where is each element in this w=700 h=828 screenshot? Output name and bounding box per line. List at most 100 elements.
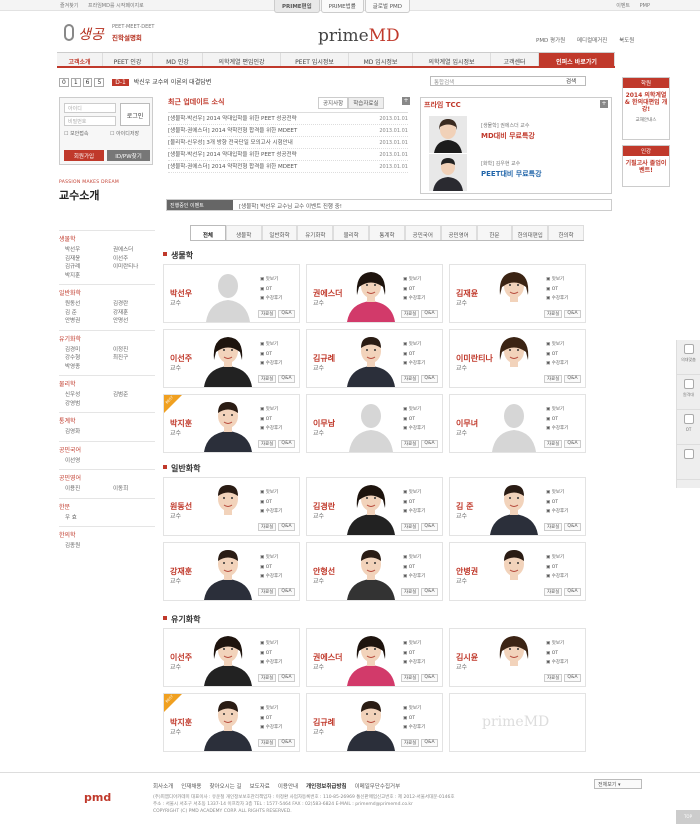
qna-button[interactable]: Q&A xyxy=(421,523,438,531)
preview-link[interactable]: ▣ 맛보기 xyxy=(260,340,282,350)
professor-card[interactable]: 김재윤 교수 ▣ 맛보기 ▣ OT ▣ 수강후기 자료실 Q&A xyxy=(449,264,586,323)
qna-button[interactable]: Q&A xyxy=(278,375,295,383)
preview-link[interactable]: ▣ 맛보기 xyxy=(403,405,425,415)
ot-link[interactable]: ▣ OT xyxy=(403,498,425,508)
header-link-magazine[interactable]: 메디컬매거진 xyxy=(577,38,607,44)
more-icon[interactable]: + xyxy=(600,100,608,108)
professor-card[interactable]: 김경란 교수 ▣ 맛보기 ▣ OT ▣ 수강후기 자료실 Q&A xyxy=(306,477,443,536)
sidebar-item[interactable]: 김영화 xyxy=(59,428,107,437)
tab-subject[interactable]: 전체 xyxy=(190,225,226,240)
ot-link[interactable]: ▣ OT xyxy=(546,415,568,425)
ot-link[interactable]: ▣ OT xyxy=(546,563,568,573)
preview-link[interactable]: ▣ 맛보기 xyxy=(546,488,568,498)
qna-button[interactable]: Q&A xyxy=(278,523,295,531)
qna-button[interactable]: Q&A xyxy=(421,674,438,682)
professor-card[interactable]: BEST 박지훈 교수 ▣ 맛보기 ▣ OT ▣ 수강후기 자료실 Q&A xyxy=(163,394,300,453)
sidebar-item[interactable]: 신우성 xyxy=(59,391,107,400)
sidebar-item[interactable]: 이선주 xyxy=(107,255,155,264)
preview-link[interactable]: ▣ 맛보기 xyxy=(260,553,282,563)
qna-button[interactable]: Q&A xyxy=(278,310,295,318)
preview-link[interactable]: ▣ 맛보기 xyxy=(403,488,425,498)
tab-prime-law[interactable]: PRIME법률 xyxy=(320,0,364,13)
ot-link[interactable]: ▣ OT xyxy=(260,498,282,508)
preview-link[interactable]: ▣ 맛보기 xyxy=(403,275,425,285)
list-item[interactable]: [생물학-박선우] 2014 약대입학을 위한 PEET 성공전략 2013.01… xyxy=(168,113,408,125)
review-link[interactable]: ▣ 수강후기 xyxy=(260,723,282,733)
sidebar-item[interactable]: 강영범 xyxy=(59,400,107,409)
list-item[interactable]: [생물학-박선우] 2014 약대입학을 위한 PEET 성공전략 2013.01… xyxy=(168,149,408,161)
primemd-logo[interactable]: primeMD xyxy=(318,26,400,46)
professor-card[interactable]: 안병권 교수 ▣ 맛보기 ▣ OT ▣ 수강후기 자료실 Q&A xyxy=(449,542,586,601)
review-link[interactable]: ▣ 수강후기 xyxy=(260,572,282,582)
professor-card[interactable]: 안형선 교수 ▣ 맛보기 ▣ OT ▣ 수강후기 자료실 Q&A xyxy=(306,542,443,601)
professor-photo[interactable] xyxy=(200,478,256,535)
login-button[interactable]: 로그인 xyxy=(120,103,150,126)
materials-button[interactable]: 자료실 xyxy=(258,375,277,383)
materials-button[interactable]: 자료실 xyxy=(544,674,563,682)
materials-button[interactable]: 자료실 xyxy=(544,440,563,448)
preview-link[interactable]: ▣ 맛보기 xyxy=(260,275,282,285)
tab-global-pmd[interactable]: 글로벌 PMD xyxy=(364,0,411,13)
ot-link[interactable]: ▣ OT xyxy=(260,649,282,659)
tab-subject[interactable]: 통계학 xyxy=(369,225,405,240)
ot-link[interactable]: ▣ OT xyxy=(546,498,568,508)
materials-button[interactable]: 자료실 xyxy=(544,588,563,596)
nav-item-infus[interactable]: 인퍼스 바로가기 xyxy=(539,53,615,66)
ot-link[interactable]: ▣ OT xyxy=(403,714,425,724)
sidebar-heading[interactable]: 유기화학 xyxy=(59,334,155,343)
professor-card[interactable]: 이선주 교수 ▣ 맛보기 ▣ OT ▣ 수강후기 자료실 Q&A xyxy=(163,628,300,687)
professor-photo[interactable] xyxy=(486,629,542,686)
materials-button[interactable]: 자료실 xyxy=(544,310,563,318)
ot-link[interactable]: ▣ OT xyxy=(260,285,282,295)
footer-link[interactable]: 인재채용 xyxy=(181,784,201,790)
nav-item-intro[interactable]: 고객소개 xyxy=(57,53,103,66)
professor-card[interactable]: BEST 박지훈 교수 ▣ 맛보기 ▣ OT ▣ 수강후기 자료실 Q&A xyxy=(163,693,300,752)
academy-banner[interactable]: 학원 2014 의학계열 & 한의대편입 개강! 교재안내스 xyxy=(622,77,670,140)
preview-link[interactable]: ▣ 맛보기 xyxy=(403,704,425,714)
sidebar-item[interactable]: 이동희 xyxy=(107,485,155,494)
professor-photo[interactable] xyxy=(200,543,256,600)
dday-text[interactable]: 박신우 교수의 이론의 대결답변 xyxy=(134,79,211,86)
professor-photo[interactable] xyxy=(200,629,256,686)
tab-subject[interactable]: 유기화학 xyxy=(297,225,334,240)
bookmark-link[interactable]: 즐겨찾기 xyxy=(60,3,78,9)
password-field[interactable]: 비밀번호 xyxy=(64,116,116,126)
tcc-item[interactable]: [화학] 김우현 교수 PEET대비 무료특강 xyxy=(425,154,609,191)
professor-card[interactable]: 김시윤 교수 ▣ 맛보기 ▣ OT ▣ 수강후기 자료실 Q&A xyxy=(449,628,586,687)
quick-item[interactable]: OT xyxy=(677,410,700,445)
review-link[interactable]: ▣ 수강후기 xyxy=(403,572,425,582)
ot-link[interactable]: ▣ OT xyxy=(546,649,568,659)
nav-item-customer[interactable]: 고객센터 xyxy=(491,53,539,66)
find-id-button[interactable]: ID/PW찾기 xyxy=(107,150,150,161)
header-link-book[interactable]: 북도원 xyxy=(619,38,634,44)
qna-button[interactable]: Q&A xyxy=(564,674,581,682)
professor-photo[interactable] xyxy=(343,330,399,387)
qna-button[interactable]: Q&A xyxy=(421,375,438,383)
professor-photo[interactable] xyxy=(486,330,542,387)
sidebar-heading[interactable]: 일반화학 xyxy=(59,288,155,297)
qna-button[interactable]: Q&A xyxy=(564,523,581,531)
review-link[interactable]: ▣ 수강후기 xyxy=(260,294,282,304)
qna-button[interactable]: Q&A xyxy=(564,375,581,383)
tab-subject[interactable]: 한의대편입 xyxy=(512,225,549,240)
sidebar-item[interactable]: 안병권 xyxy=(59,317,107,326)
professor-card[interactable]: 이무남 교수 ▣ 맛보기 ▣ OT ▣ 수강후기 자료실 Q&A xyxy=(306,394,443,453)
professor-photo[interactable] xyxy=(343,543,399,600)
review-link[interactable]: ▣ 수강후기 xyxy=(546,424,568,434)
sidebar-item[interactable]: 이용진 xyxy=(59,485,107,494)
qna-button[interactable]: Q&A xyxy=(421,440,438,448)
review-link[interactable]: ▣ 수강후기 xyxy=(546,294,568,304)
qna-button[interactable]: Q&A xyxy=(278,588,295,596)
materials-button[interactable]: 자료실 xyxy=(401,588,420,596)
ot-link[interactable]: ▣ OT xyxy=(260,350,282,360)
sidebar-item[interactable]: 원동선 xyxy=(59,300,107,309)
materials-button[interactable]: 자료실 xyxy=(401,440,420,448)
materials-button[interactable]: 자료실 xyxy=(258,440,277,448)
preview-link[interactable]: ▣ 맛보기 xyxy=(546,405,568,415)
sidebar-item[interactable]: 우 효 xyxy=(59,514,107,523)
tab-subject[interactable]: 한의학 xyxy=(548,225,584,240)
preview-link[interactable]: ▣ 맛보기 xyxy=(403,639,425,649)
tab-subject[interactable]: 물리학 xyxy=(333,225,370,240)
nav-item-md-info[interactable]: MD 입시정보 xyxy=(349,53,413,66)
qna-button[interactable]: Q&A xyxy=(278,739,295,747)
